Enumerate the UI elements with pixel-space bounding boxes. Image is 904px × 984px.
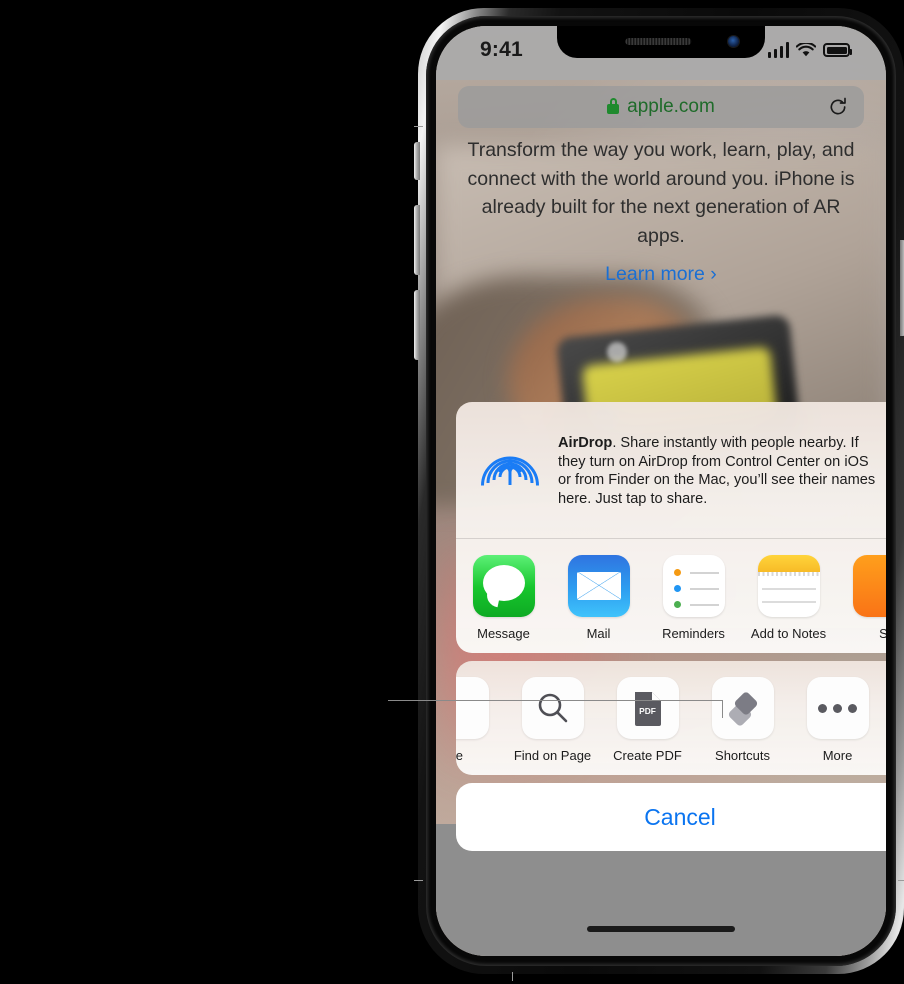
share-sheet: AirDrop. Share instantly with people nea…	[456, 402, 886, 852]
magnifier-icon	[538, 694, 567, 723]
lock-icon	[607, 98, 620, 114]
pdf-icon: PDF	[634, 692, 661, 727]
airdrop-section[interactable]: AirDrop. Share instantly with people nea…	[456, 402, 886, 540]
share-app-label: Reminders	[662, 626, 725, 642]
mail-icon	[567, 555, 630, 618]
svg-text:PDF: PDF	[639, 706, 656, 716]
orange-app-icon	[852, 555, 886, 618]
registration-tick	[414, 126, 423, 127]
find-on-page-button[interactable]	[521, 677, 584, 740]
shortcuts-button[interactable]	[711, 677, 774, 740]
share-action-shortcuts[interactable]: Shortcuts	[695, 677, 790, 763]
share-action-label: Shortcuts	[715, 748, 770, 764]
share-action-more[interactable]: More	[790, 677, 885, 763]
battery-icon	[823, 43, 852, 57]
airdrop-title: AirDrop	[558, 435, 613, 451]
share-app-label: Mail	[586, 626, 611, 642]
share-app-add-to-notes[interactable]: Add to Notes	[741, 555, 836, 641]
address-bar[interactable]: apple.com	[458, 86, 864, 128]
home-indicator[interactable]	[587, 926, 735, 932]
share-app-message[interactable]: Message	[456, 555, 551, 641]
reminders-icon	[662, 555, 725, 618]
create-pdf-button[interactable]: PDF	[616, 677, 679, 740]
share-app-label: Message	[477, 626, 530, 642]
hero-paragraph: Transform the way you work, learn, play,…	[467, 139, 855, 247]
share-sheet-card: AirDrop. Share instantly with people nea…	[456, 402, 886, 654]
share-app-partial[interactable]: S	[836, 555, 886, 641]
share-action-label: More	[822, 748, 853, 764]
status-time: 9:41	[480, 38, 523, 61]
reload-icon[interactable]	[828, 97, 848, 117]
favorite-partial-icon	[456, 677, 489, 740]
notch	[557, 26, 765, 58]
share-action-partial[interactable]: te	[456, 677, 505, 763]
signal-bars-icon	[767, 42, 789, 58]
wifi-icon	[796, 42, 816, 56]
phone-screen: Transform the way you work, learn, play,…	[436, 26, 886, 956]
messages-icon	[472, 555, 535, 618]
power-button[interactable]	[900, 240, 904, 336]
cancel-button[interactable]: Cancel	[456, 783, 886, 852]
cancel-label: Cancel	[644, 803, 716, 830]
more-button[interactable]	[806, 677, 869, 740]
share-apps-row[interactable]: Message Mail Reminders Add to Notes S	[456, 539, 886, 653]
status-indicators	[767, 42, 852, 58]
speaker-grille	[625, 38, 692, 45]
share-app-mail[interactable]: Mail	[551, 555, 646, 641]
front-camera-icon	[728, 36, 739, 47]
share-action-find-on-page[interactable]: Find on Page	[505, 677, 600, 763]
hero-text-block: Transform the way you work, learn, play,…	[436, 136, 886, 286]
share-actions-card: te Find on Page	[456, 661, 886, 776]
share-app-reminders[interactable]: Reminders	[646, 555, 741, 641]
volume-down-button[interactable]	[414, 290, 420, 360]
airdrop-icon	[481, 456, 539, 486]
url-text: apple.com	[627, 96, 715, 117]
share-action-create-pdf[interactable]: PDF Create PDF	[600, 677, 695, 763]
share-action-label: te	[456, 748, 463, 764]
callout-leader-line-vertical	[722, 700, 723, 718]
airdrop-description: AirDrop. Share instantly with people nea…	[558, 428, 884, 508]
registration-tick	[898, 880, 904, 881]
share-app-label: S	[879, 626, 886, 642]
share-app-label: Add to Notes	[750, 626, 827, 642]
notes-icon	[757, 555, 820, 618]
registration-tick	[512, 972, 513, 981]
address-bar-content: apple.com	[607, 96, 715, 118]
share-action-label: Create PDF	[613, 748, 682, 764]
learn-more-link[interactable]: Learn more ›	[436, 263, 886, 286]
volume-up-button[interactable]	[414, 205, 420, 275]
ellipsis-icon	[818, 703, 857, 713]
share-action-label: Find on Page	[513, 748, 592, 764]
scene-tag-white	[607, 342, 627, 362]
callout-leader-line	[388, 700, 723, 701]
mute-switch-button[interactable]	[414, 142, 420, 180]
share-actions-row[interactable]: te Find on Page	[456, 661, 886, 775]
registration-tick	[414, 880, 423, 881]
shortcuts-icon	[728, 692, 757, 726]
